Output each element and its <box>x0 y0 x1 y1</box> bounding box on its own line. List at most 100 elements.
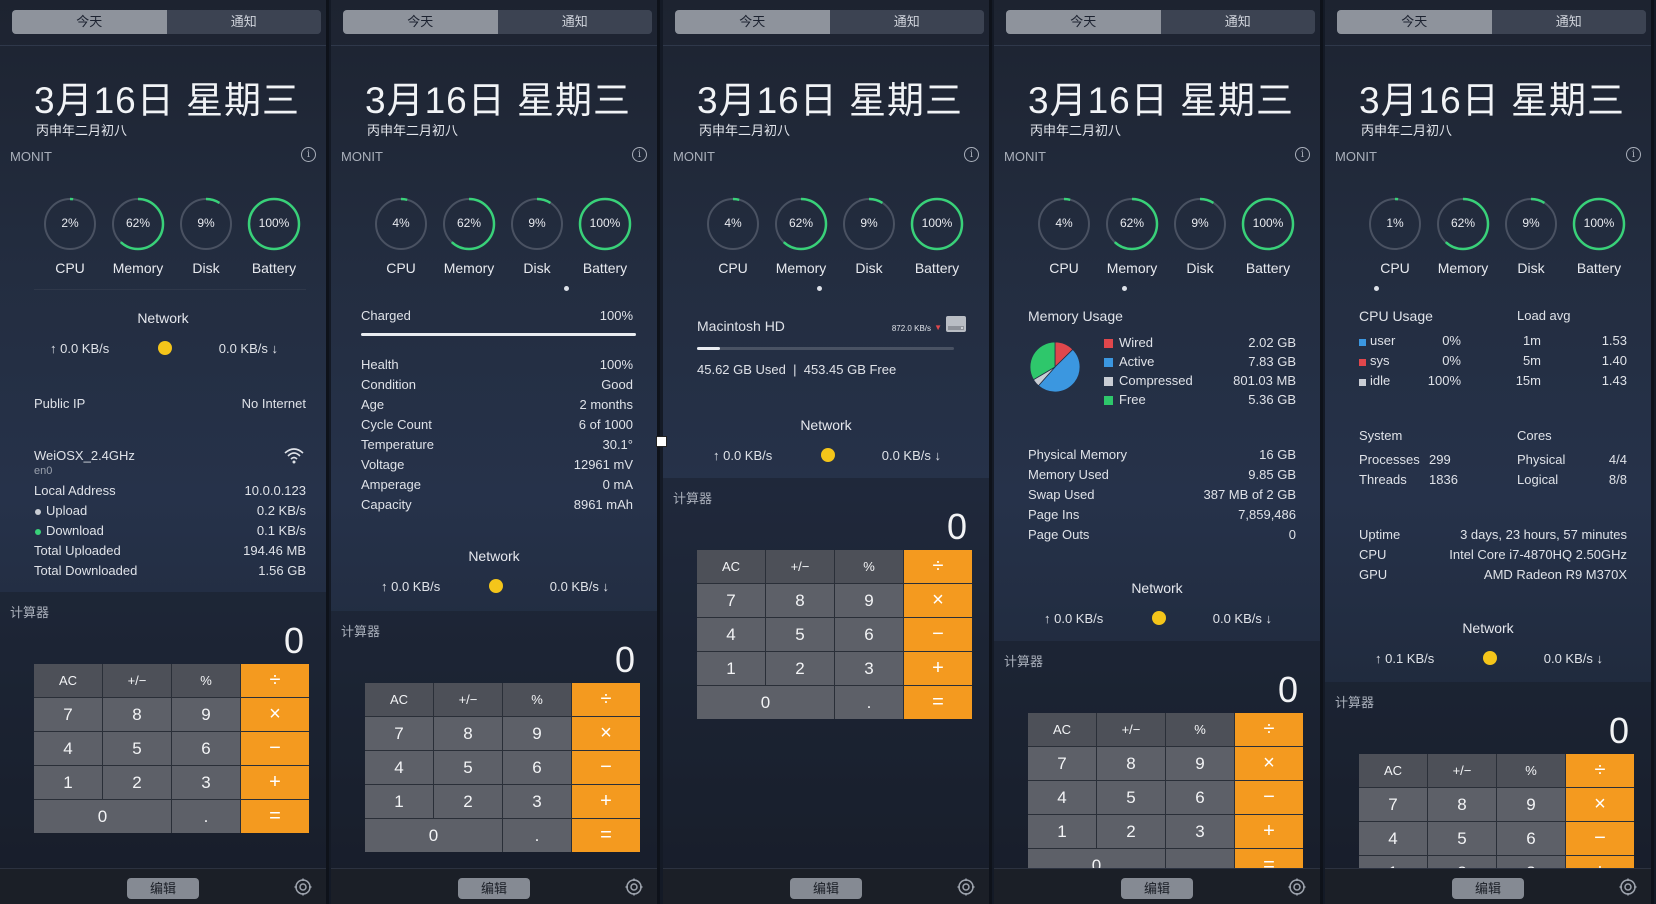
tab-today[interactable]: 今天 <box>675 10 830 34</box>
edit-button[interactable]: 编辑 <box>790 878 862 899</box>
tab-today[interactable]: 今天 <box>343 10 498 34</box>
page-indicator[interactable] <box>564 286 569 291</box>
calc-key-sub[interactable]: − <box>904 618 972 651</box>
ring-memory[interactable]: 62% Memory <box>108 196 168 276</box>
ring-cpu[interactable]: 2% CPU <box>40 196 100 276</box>
calc-key-n4[interactable]: 4 <box>34 732 102 765</box>
page-indicator[interactable] <box>1374 286 1379 291</box>
calc-key-mul[interactable]: × <box>572 717 640 750</box>
ring-memory[interactable]: 62% Memory <box>1102 196 1162 276</box>
calc-key-n5[interactable]: 5 <box>766 618 834 651</box>
calc-key-ac[interactable]: AC <box>697 550 765 583</box>
calc-key-mul[interactable]: × <box>1566 788 1634 821</box>
calc-key-dot[interactable]: . <box>835 686 903 719</box>
calc-key-add[interactable]: + <box>572 785 640 818</box>
calc-key-mul[interactable]: × <box>1235 747 1303 780</box>
info-icon[interactable]: i <box>301 147 316 162</box>
calc-key-eq[interactable]: = <box>572 819 640 852</box>
tab-notifications[interactable]: 通知 <box>1160 10 1315 34</box>
tab-today[interactable]: 今天 <box>1337 10 1492 34</box>
edit-button[interactable]: 编辑 <box>458 878 530 899</box>
calc-key-ac[interactable]: AC <box>365 683 433 716</box>
calc-key-n5[interactable]: 5 <box>1428 822 1496 855</box>
calc-key-n2[interactable]: 2 <box>103 766 171 799</box>
calc-key-n0[interactable]: 0 <box>365 819 502 852</box>
calc-key-n0[interactable]: 0 <box>697 686 834 719</box>
calc-key-sign[interactable]: +/− <box>1097 713 1165 746</box>
calc-key-dot[interactable]: . <box>172 800 240 833</box>
ring-memory[interactable]: 62% Memory <box>1433 196 1493 276</box>
ring-disk[interactable]: 9% Disk <box>839 196 899 276</box>
tab-today[interactable]: 今天 <box>12 10 167 34</box>
ring-battery[interactable]: 100% Battery <box>907 196 967 276</box>
ring-cpu[interactable]: 1% CPU <box>1365 196 1425 276</box>
calc-key-add[interactable]: + <box>241 766 309 799</box>
calc-key-n3[interactable]: 3 <box>172 766 240 799</box>
calc-key-ac[interactable]: AC <box>1359 754 1427 787</box>
calc-key-n6[interactable]: 6 <box>503 751 571 784</box>
calc-key-n1[interactable]: 1 <box>365 785 433 818</box>
edit-button[interactable]: 编辑 <box>1121 878 1193 899</box>
ring-cpu[interactable]: 4% CPU <box>703 196 763 276</box>
calc-key-n8[interactable]: 8 <box>1428 788 1496 821</box>
edit-button[interactable]: 编辑 <box>127 878 199 899</box>
calc-key-add[interactable]: + <box>904 652 972 685</box>
calc-key-n6[interactable]: 6 <box>172 732 240 765</box>
ring-cpu[interactable]: 4% CPU <box>1034 196 1094 276</box>
calc-key-n9[interactable]: 9 <box>172 698 240 731</box>
calc-key-n1[interactable]: 1 <box>697 652 765 685</box>
calc-key-sub[interactable]: − <box>572 751 640 784</box>
calc-key-n2[interactable]: 2 <box>1097 815 1165 848</box>
calc-key-sign[interactable]: +/− <box>103 664 171 697</box>
calc-key-div[interactable]: ÷ <box>1566 754 1634 787</box>
calc-key-n5[interactable]: 5 <box>103 732 171 765</box>
calc-key-n4[interactable]: 4 <box>697 618 765 651</box>
calc-key-sign[interactable]: +/− <box>434 683 502 716</box>
calc-key-n6[interactable]: 6 <box>835 618 903 651</box>
calc-key-n5[interactable]: 5 <box>434 751 502 784</box>
calc-key-n4[interactable]: 4 <box>1359 822 1427 855</box>
info-icon[interactable]: i <box>1626 147 1641 162</box>
calc-key-n8[interactable]: 8 <box>1097 747 1165 780</box>
calc-key-n9[interactable]: 9 <box>835 584 903 617</box>
calc-key-sign[interactable]: +/− <box>766 550 834 583</box>
calc-key-n9[interactable]: 9 <box>503 717 571 750</box>
calc-key-n7[interactable]: 7 <box>1028 747 1096 780</box>
calc-key-pct[interactable]: % <box>835 550 903 583</box>
calc-key-pct[interactable]: % <box>503 683 571 716</box>
calc-key-eq[interactable]: = <box>904 686 972 719</box>
calc-key-n4[interactable]: 4 <box>1028 781 1096 814</box>
calc-key-div[interactable]: ÷ <box>1235 713 1303 746</box>
calc-key-sign[interactable]: +/− <box>1428 754 1496 787</box>
gear-icon[interactable] <box>1619 878 1637 896</box>
calc-key-mul[interactable]: × <box>904 584 972 617</box>
calc-key-n3[interactable]: 3 <box>1166 815 1234 848</box>
calc-key-add[interactable]: + <box>1235 815 1303 848</box>
calc-key-pct[interactable]: % <box>1166 713 1234 746</box>
tab-notifications[interactable]: 通知 <box>1491 10 1646 34</box>
page-indicator[interactable] <box>1122 286 1127 291</box>
ring-memory[interactable]: 62% Memory <box>439 196 499 276</box>
calc-key-n8[interactable]: 8 <box>103 698 171 731</box>
ring-battery[interactable]: 100% Battery <box>575 196 635 276</box>
page-indicator[interactable] <box>817 286 822 291</box>
ring-memory[interactable]: 62% Memory <box>771 196 831 276</box>
calc-key-ac[interactable]: AC <box>34 664 102 697</box>
edit-button[interactable]: 编辑 <box>1452 878 1524 899</box>
calc-key-n8[interactable]: 8 <box>434 717 502 750</box>
calc-key-n4[interactable]: 4 <box>365 751 433 784</box>
calc-key-pct[interactable]: % <box>172 664 240 697</box>
calc-key-eq[interactable]: = <box>241 800 309 833</box>
calc-key-n3[interactable]: 3 <box>835 652 903 685</box>
calc-key-n1[interactable]: 1 <box>1028 815 1096 848</box>
calc-key-n6[interactable]: 6 <box>1166 781 1234 814</box>
ring-disk[interactable]: 9% Disk <box>507 196 567 276</box>
ring-disk[interactable]: 9% Disk <box>1501 196 1561 276</box>
info-icon[interactable]: i <box>632 147 647 162</box>
calc-key-n9[interactable]: 9 <box>1166 747 1234 780</box>
calc-key-n9[interactable]: 9 <box>1497 788 1565 821</box>
calc-key-n1[interactable]: 1 <box>34 766 102 799</box>
calc-key-n7[interactable]: 7 <box>1359 788 1427 821</box>
calc-key-n7[interactable]: 7 <box>365 717 433 750</box>
calc-key-ac[interactable]: AC <box>1028 713 1096 746</box>
